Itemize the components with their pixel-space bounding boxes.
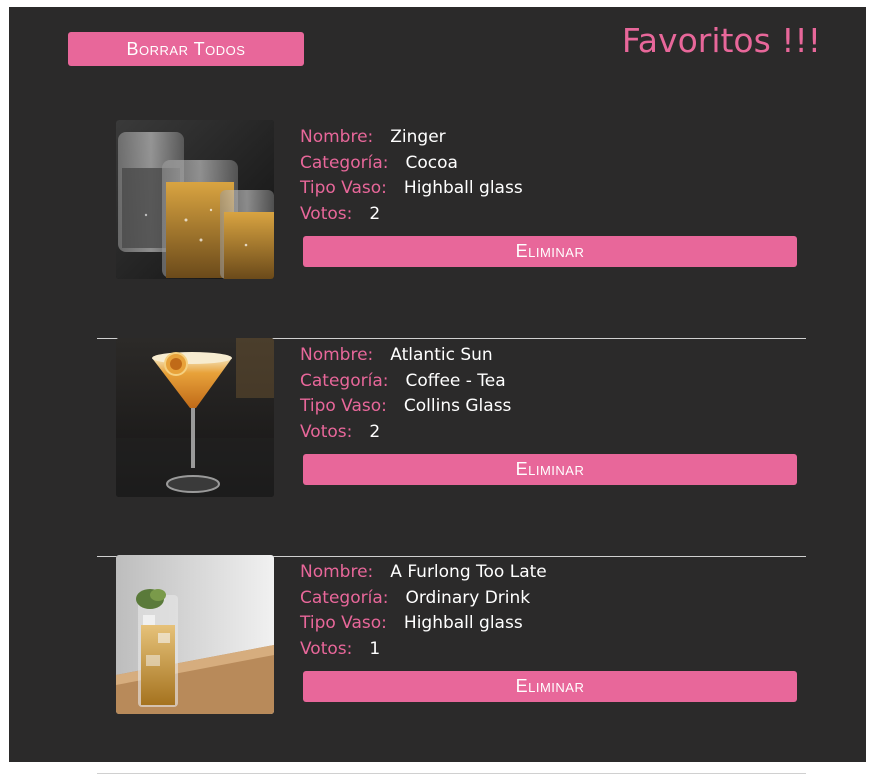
category-value: Ordinary Drink (405, 587, 531, 608)
delete-button[interactable]: Eliminar (303, 671, 797, 702)
category-row: Categoría: Coffee - Tea (300, 369, 800, 395)
favorite-card: Nombre: A Furlong Too Late Categoría: Ordi… (97, 555, 806, 774)
glass-row: Tipo Vaso: Highball glass (300, 611, 800, 637)
drink-info: Nombre: A Furlong Too Late Categoría: Ordi… (300, 560, 800, 662)
delete-button[interactable]: Eliminar (303, 454, 797, 485)
category-label: Categoría: (300, 152, 389, 173)
glass-row: Tipo Vaso: Highball glass (300, 176, 800, 202)
favorite-card: Nombre: Zinger Categoría: Cocoa Tipo Vaso:… (97, 120, 806, 339)
name-label: Nombre: (300, 345, 374, 365)
category-row: Categoría: Cocoa (300, 151, 800, 177)
votes-row: Votos: 1 (300, 637, 800, 663)
drink-image (116, 120, 274, 279)
glass-label: Tipo Vaso: (300, 396, 387, 416)
name-row: Nombre: Atlantic Sun (300, 343, 800, 369)
category-label: Categoría: (300, 587, 389, 608)
votes-label: Votos: (300, 203, 353, 224)
glass-row: Tipo Vaso: Collins Glass (300, 394, 800, 420)
category-label: Categoría: (300, 370, 389, 391)
votes-label: Votos: (300, 638, 353, 659)
name-label: Nombre: (300, 127, 374, 147)
votes-row: Votos: 2 (300, 420, 800, 446)
name-value: A Furlong Too Late (390, 562, 547, 582)
category-value: Coffee - Tea (405, 370, 506, 391)
drink-image (116, 338, 274, 497)
page-title: Favoritos !!! (621, 21, 821, 60)
drink-image (116, 555, 274, 714)
glass-label: Tipo Vaso: (300, 613, 387, 633)
category-value: Cocoa (405, 152, 458, 173)
glass-label: Tipo Vaso: (300, 178, 387, 198)
votes-row: Votos: 2 (300, 202, 800, 228)
votes-label: Votos: (300, 421, 353, 442)
drink-info: Nombre: Atlantic Sun Categoría: Coffee - T… (300, 343, 800, 445)
name-label: Nombre: (300, 562, 374, 582)
name-row: Nombre: Zinger (300, 125, 800, 151)
name-value: Zinger (390, 127, 446, 147)
delete-button[interactable]: Eliminar (303, 236, 797, 267)
clear-all-button[interactable]: Borrar Todos (68, 32, 304, 66)
favorites-panel: Borrar Todos Favoritos !!! Nombre: Zinge… (9, 7, 866, 774)
votes-value: 1 (369, 638, 381, 659)
favorite-card: Nombre: Atlantic Sun Categoría: Coffee - T… (97, 338, 806, 557)
glass-value: Collins Glass (403, 396, 512, 416)
drink-info: Nombre: Zinger Categoría: Cocoa Tipo Vaso:… (300, 125, 800, 227)
name-value: Atlantic Sun (390, 345, 493, 365)
name-row: Nombre: A Furlong Too Late (300, 560, 800, 586)
category-row: Categoría: Ordinary Drink (300, 586, 800, 612)
votes-value: 2 (369, 421, 381, 442)
votes-value: 2 (369, 203, 381, 224)
glass-value: Highball glass (403, 613, 523, 633)
glass-value: Highball glass (403, 178, 523, 198)
